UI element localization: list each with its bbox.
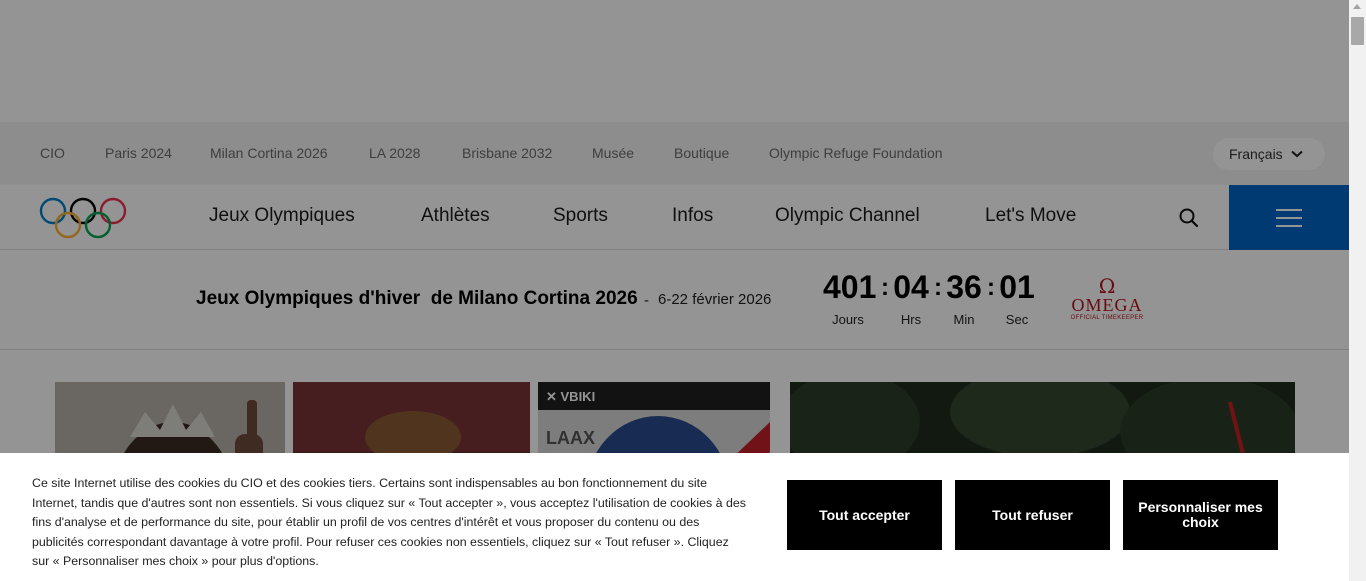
scroll-up-arrow-icon[interactable]: [1353, 4, 1361, 9]
page: CIO Paris 2024 Milan Cortina 2026 LA 202…: [0, 0, 1349, 581]
page-scrollbar[interactable]: [1349, 0, 1366, 581]
customize-cookies-button[interactable]: Personnaliser mes choix: [1123, 480, 1278, 550]
cookie-consent-banner: Ce site Internet utilise des cookies du …: [0, 453, 1349, 581]
reject-all-cookies-button[interactable]: Tout refuser: [955, 480, 1110, 550]
cookie-consent-text: Ce site Internet utilise des cookies du …: [32, 476, 746, 568]
scrollbar-thumb[interactable]: [1351, 17, 1364, 45]
accept-all-cookies-button[interactable]: Tout accepter: [787, 480, 942, 550]
